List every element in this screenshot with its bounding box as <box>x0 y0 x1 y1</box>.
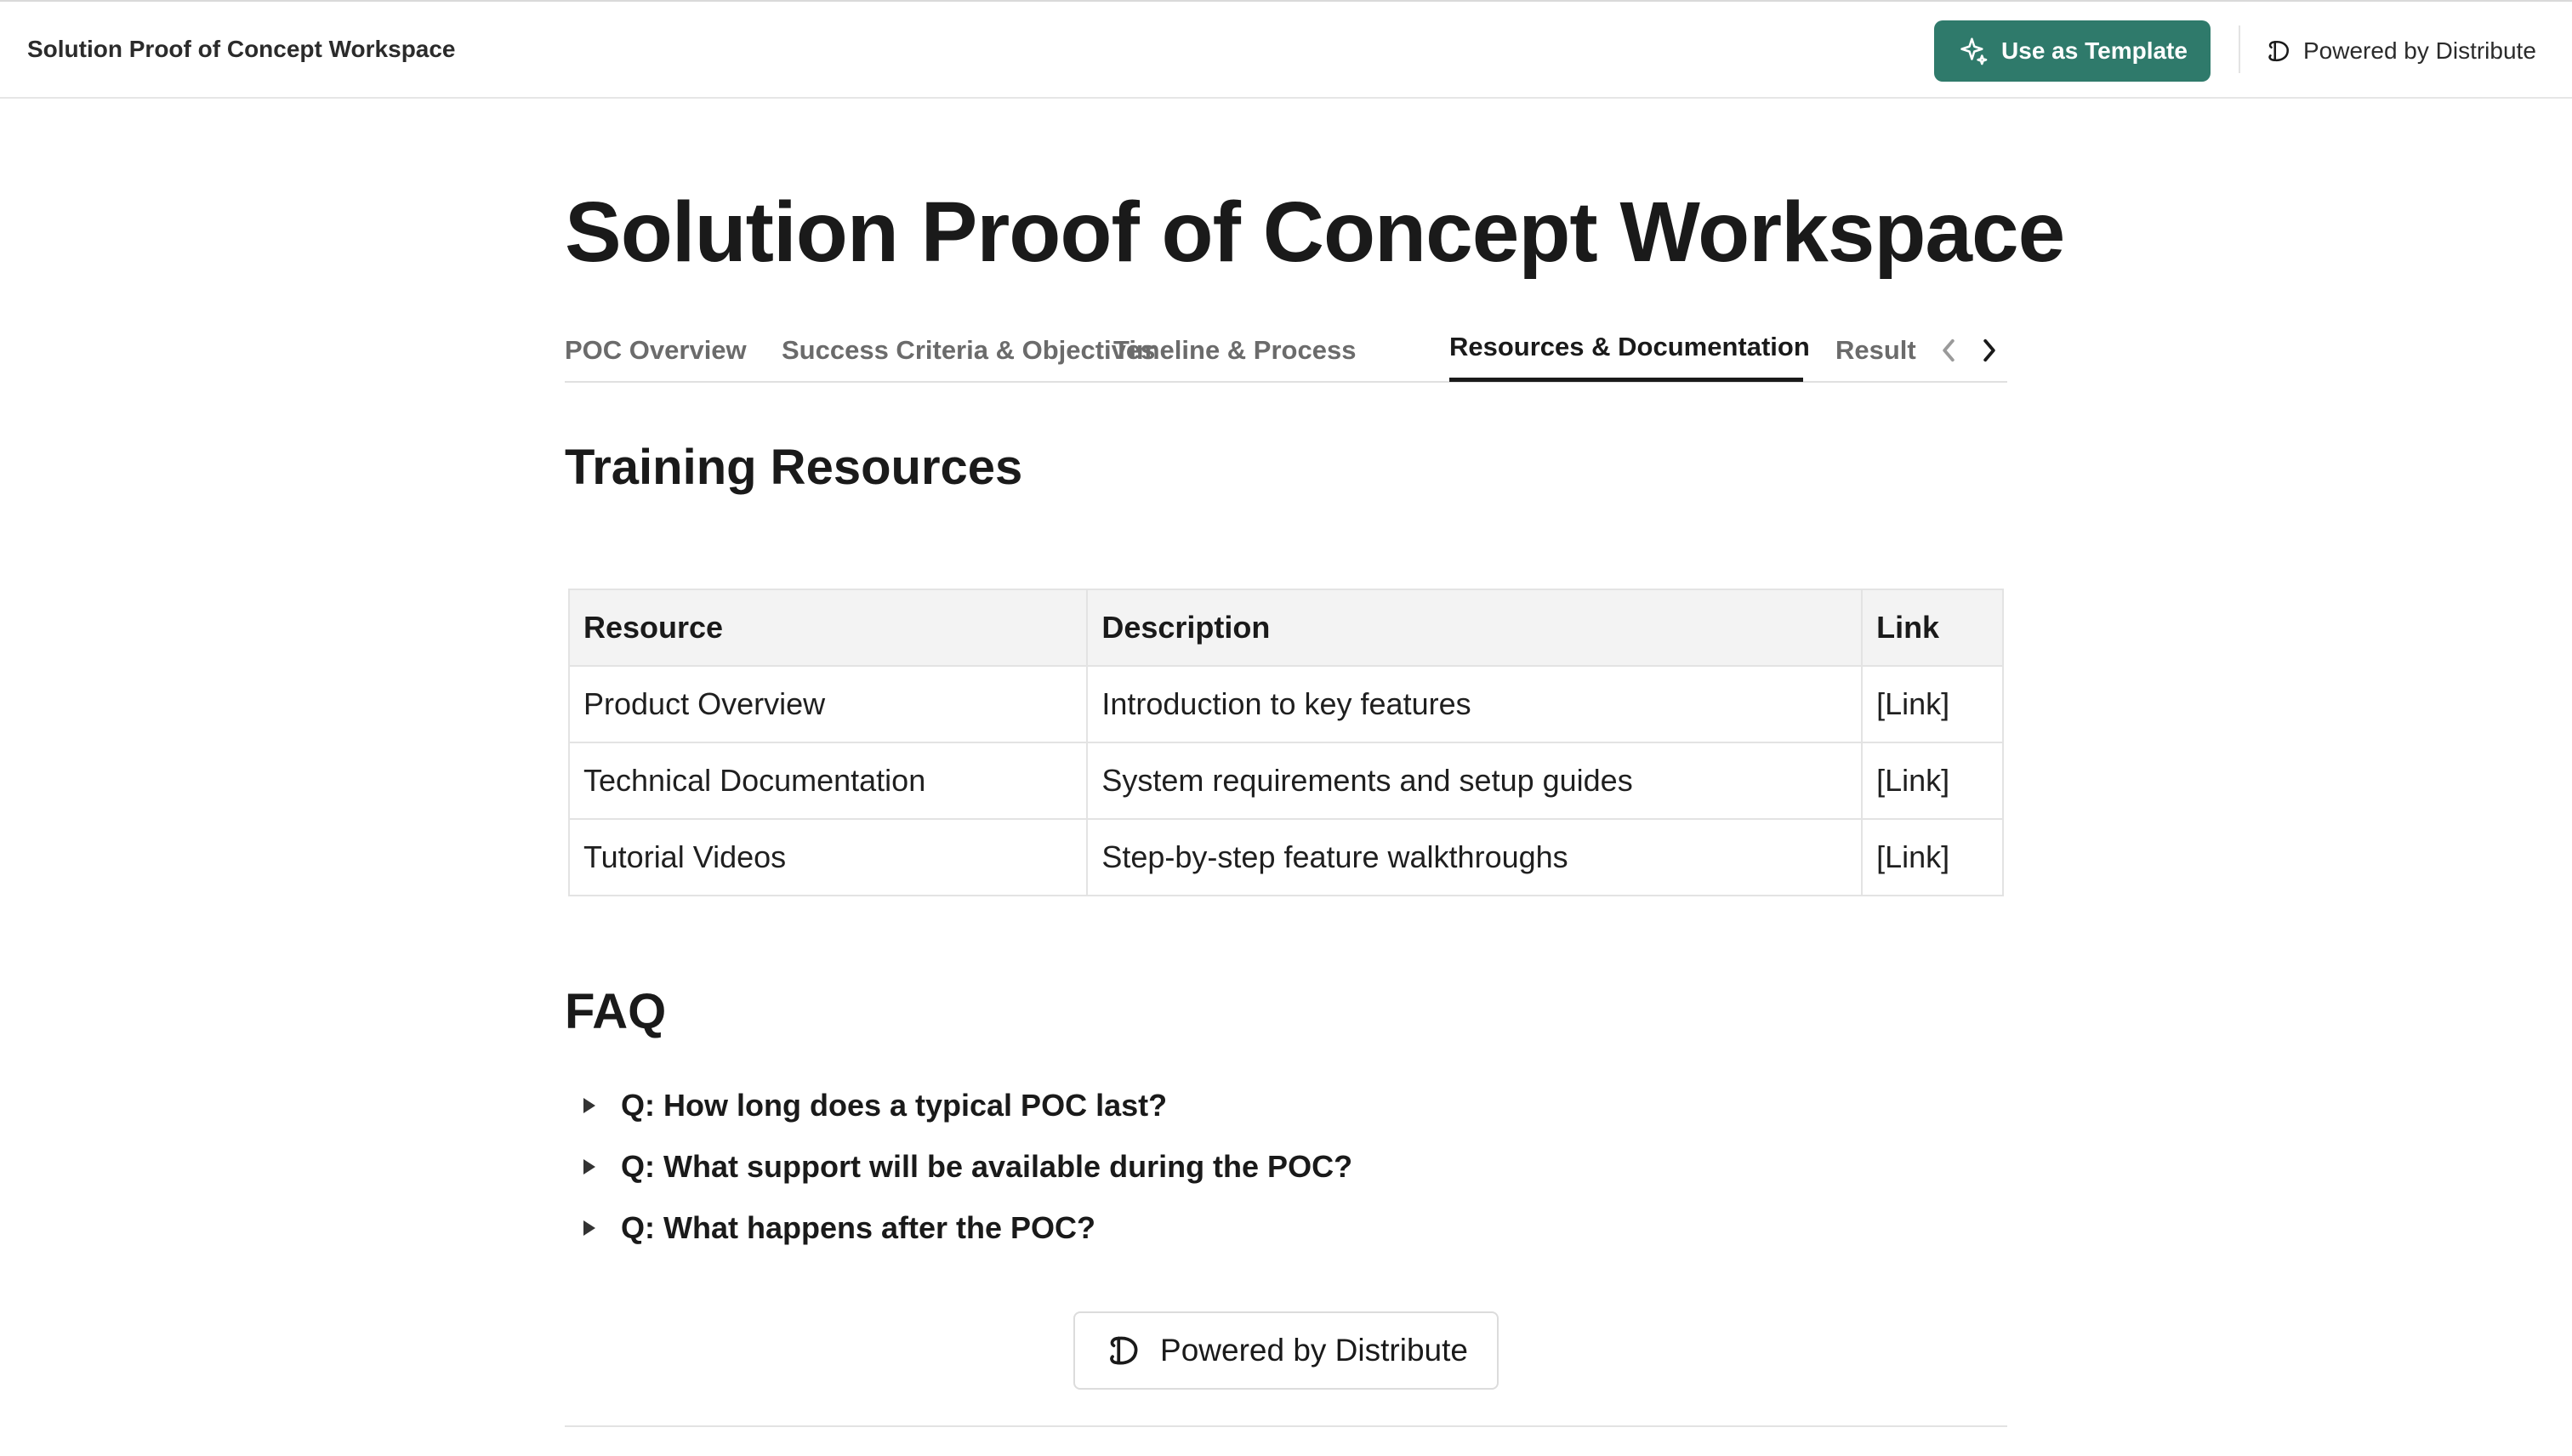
disclosure-triangle-icon <box>583 1220 595 1236</box>
table-row: Technical Documentation System requireme… <box>567 742 2004 820</box>
description-cell: Introduction to key features <box>1086 665 1864 743</box>
faq-item[interactable]: Q: What support will be available during… <box>578 1136 1939 1197</box>
resource-cell: Technical Documentation <box>567 742 1089 820</box>
resource-cell: Tutorial Videos <box>567 818 1089 896</box>
distribute-logo-icon <box>1110 1336 1138 1365</box>
faq-item[interactable]: Q: How long does a typical POC last? <box>578 1075 1939 1136</box>
powered-by-distribute-button[interactable]: Powered by Distribute <box>1073 1311 1499 1390</box>
distribute-logo-icon <box>2268 41 2290 62</box>
description-cell: Step-by-step feature walkthroughs <box>1086 818 1864 896</box>
tab-poc-overview[interactable]: POC Overview <box>565 335 747 366</box>
active-tab-indicator <box>1449 378 1803 382</box>
top-bar: Solution Proof of Concept Workspace Use … <box>0 2 2572 99</box>
tab-bar: POC Overview Success Criteria & Objectiv… <box>565 321 2007 383</box>
disclosure-triangle-icon <box>583 1159 595 1174</box>
training-resources-heading: Training Resources <box>565 440 1023 495</box>
powered-by-label-top: Powered by Distribute <box>2303 37 2536 64</box>
link-cell[interactable]: [Link] <box>1861 665 2004 743</box>
divider <box>565 1425 2007 1427</box>
page-title: Solution Proof of Concept Workspace <box>565 185 2065 280</box>
workspace-title: Solution Proof of Concept Workspace <box>27 36 456 62</box>
table-header-row: Resource Description Link <box>567 589 2004 667</box>
faq-item[interactable]: Q: What happens after the POC? <box>578 1197 1939 1259</box>
use-as-template-label: Use as Template <box>2001 37 2188 64</box>
disclosure-triangle-icon <box>583 1098 595 1113</box>
tab-timeline-process[interactable]: Timeline & Process <box>1113 335 1356 366</box>
faq-question: Q: How long does a typical POC last? <box>621 1088 1168 1123</box>
chevron-left-icon[interactable] <box>1934 333 1963 367</box>
powered-by-link-top[interactable]: Powered by Distribute <box>2264 32 2536 70</box>
column-header-link: Link <box>1861 589 2004 667</box>
resource-cell: Product Overview <box>567 665 1089 743</box>
table-row: Product Overview Introduction to key fea… <box>567 665 2004 743</box>
description-cell: System requirements and setup guides <box>1086 742 1864 820</box>
table-row: Tutorial Videos Step-by-step feature wal… <box>567 818 2004 896</box>
column-header-resource: Resource <box>567 589 1089 667</box>
column-header-description: Description <box>1086 589 1864 667</box>
tab-result[interactable]: Result <box>1835 335 1916 366</box>
tab-resources-documentation[interactable]: Resources & Documentation <box>1449 332 1810 362</box>
powered-by-label: Powered by Distribute <box>1160 1333 1468 1368</box>
divider <box>2239 26 2240 73</box>
sparkle-icon <box>1960 37 1988 65</box>
faq-question: Q: What happens after the POC? <box>621 1210 1096 1245</box>
faq-question: Q: What support will be available during… <box>621 1149 1353 1184</box>
training-resources-table: Resource Description Link Product Overvi… <box>567 589 2004 896</box>
app-frame: Solution Proof of Concept Workspace Use … <box>0 0 2572 1456</box>
use-as-template-button[interactable]: Use as Template <box>1934 20 2211 82</box>
chevron-right-icon[interactable] <box>1975 333 2004 367</box>
link-cell[interactable]: [Link] <box>1861 742 2004 820</box>
faq-list: Q: How long does a typical POC last? Q: … <box>578 1075 1939 1259</box>
link-cell[interactable]: [Link] <box>1861 818 2004 896</box>
tab-success-criteria[interactable]: Success Criteria & Objectives <box>782 335 1155 366</box>
faq-heading: FAQ <box>565 984 667 1039</box>
